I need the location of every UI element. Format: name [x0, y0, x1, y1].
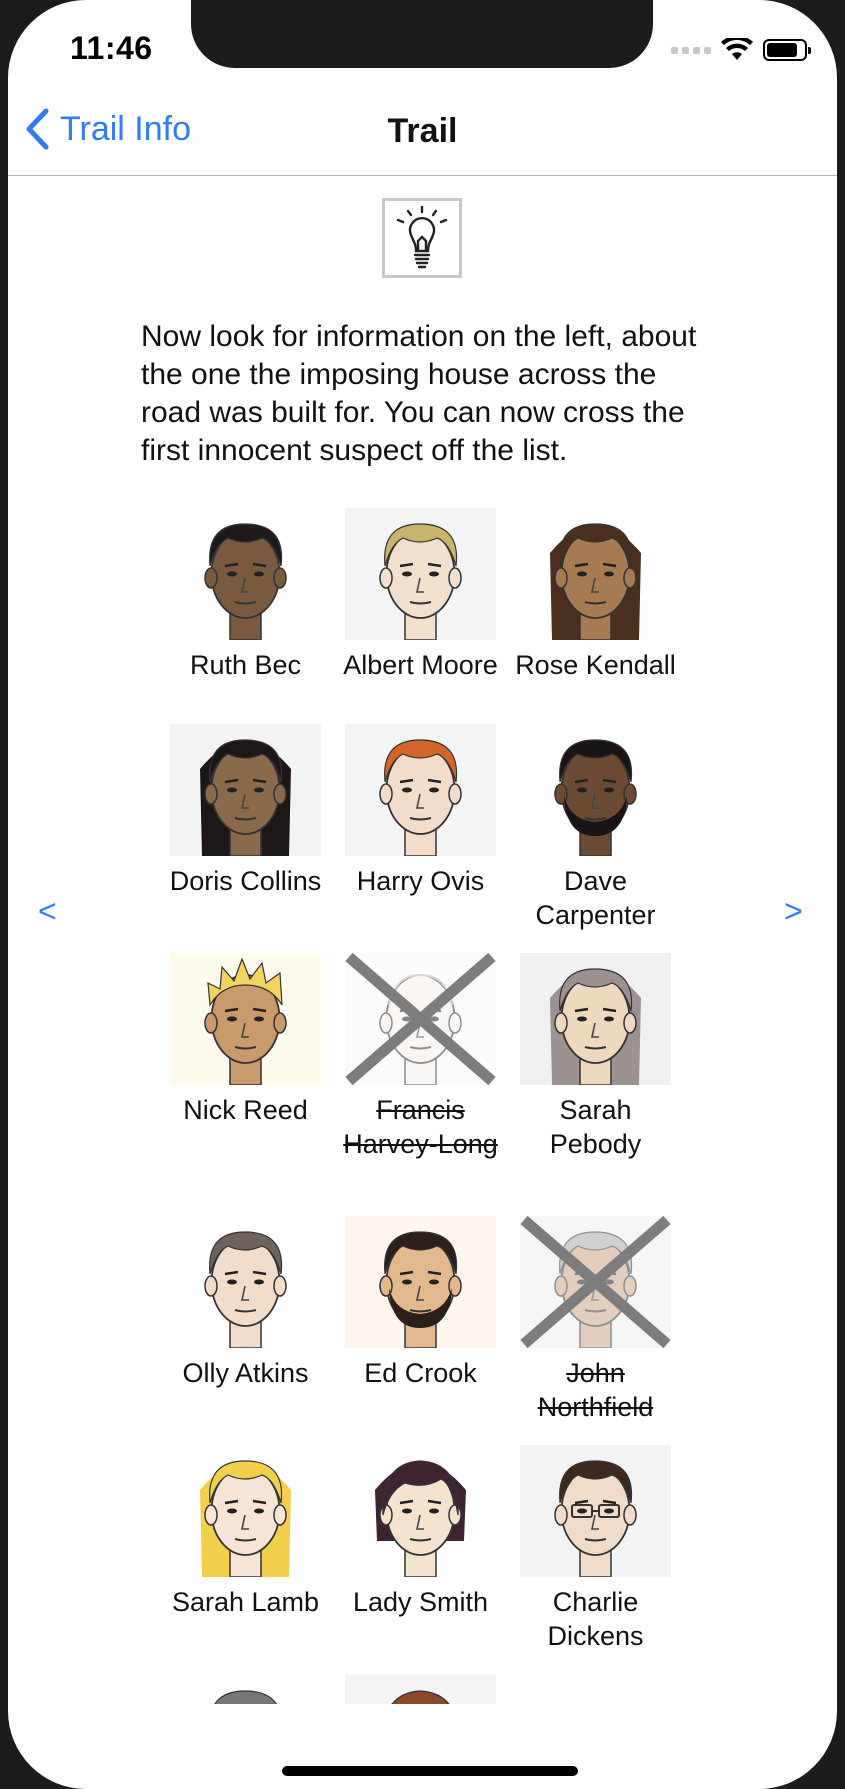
next-page-button[interactable]: > — [784, 893, 803, 930]
suspect-portrait — [520, 1445, 671, 1577]
suspect-card[interactable]: Sarah Pebody — [508, 953, 683, 1161]
suspect-portrait — [520, 508, 671, 640]
suspect-portrait — [520, 1216, 671, 1348]
previous-page-button[interactable]: < — [38, 893, 57, 930]
suspect-card[interactable]: Ed Crook — [333, 1216, 508, 1390]
suspect-name: Albert Moore — [343, 650, 498, 680]
suspect-portrait — [170, 1675, 321, 1704]
suspect-portrait — [170, 724, 321, 856]
suspect-portrait — [345, 1445, 496, 1577]
status-time: 11:46 — [70, 30, 153, 66]
suspect-portrait — [170, 953, 321, 1085]
suspect-portrait — [170, 508, 321, 640]
suspect-portrait — [170, 1445, 321, 1577]
phone-screen: 11:46 Trail Info Trail Now look for info… — [8, 0, 837, 1789]
suspect-card[interactable]: Nick Reed — [158, 953, 333, 1127]
suspect-portrait — [345, 724, 496, 856]
suspect-name: Dave Carpenter — [535, 866, 656, 930]
suspect-portrait — [520, 724, 671, 856]
suspect-name: Olly Atkins — [182, 1358, 309, 1388]
suspect-card[interactable]: Francis Harvey-Long — [333, 953, 508, 1161]
suspect-card[interactable]: Harry Ovis — [333, 724, 508, 898]
lightbulb-icon — [396, 205, 448, 269]
device-notch — [191, 0, 653, 68]
suspect-name: Ruth Bec — [189, 650, 302, 680]
suspect-card[interactable]: John Northfield — [508, 1216, 683, 1424]
suspect-portrait — [345, 1216, 496, 1348]
hint-button[interactable] — [382, 198, 462, 278]
page-title: Trail — [387, 112, 458, 150]
navigation-bar: Trail Info Trail — [8, 90, 837, 176]
home-indicator[interactable] — [282, 1766, 578, 1776]
cellular-signal-icon — [671, 46, 711, 54]
suspect-card[interactable]: Olly Atkins — [158, 1216, 333, 1390]
status-icons — [671, 38, 811, 62]
suspect-name: Nick Reed — [183, 1095, 308, 1125]
suspect-card[interactable]: Sarah Lamb — [158, 1445, 333, 1619]
suspect-name: Francis Harvey-Long — [343, 1095, 498, 1159]
suspect-card[interactable]: Albert Moore — [333, 508, 508, 682]
suspect-portrait — [520, 953, 671, 1085]
suspect-name: Lady Smith — [352, 1587, 489, 1617]
suspect-card[interactable]: Doris Collins — [158, 724, 333, 898]
suspect-name: Harry Ovis — [356, 866, 485, 896]
suspect-portrait — [345, 508, 496, 640]
suspect-name: John Northfield — [537, 1358, 654, 1422]
suspect-card[interactable]: Charlie Dickens — [508, 1445, 683, 1653]
suspect-name: Sarah Lamb — [171, 1587, 320, 1617]
suspect-card[interactable]: Ruth Bec — [158, 508, 333, 682]
suspect-name: Doris Collins — [169, 866, 322, 896]
suspect-name: Charlie Dickens — [547, 1587, 644, 1651]
suspect-card[interactable]: Lady Smith — [333, 1445, 508, 1619]
instruction-text: Now look for information on the left, ab… — [141, 320, 697, 467]
suspect-name: Sarah Pebody — [549, 1095, 642, 1159]
suspect-card[interactable] — [333, 1675, 508, 1704]
suspect-portrait — [345, 1675, 496, 1704]
battery-icon — [763, 39, 811, 61]
suspect-card[interactable] — [158, 1675, 333, 1704]
suspect-card[interactable]: Dave Carpenter — [508, 724, 683, 932]
suspect-portrait — [170, 1216, 321, 1348]
wifi-icon — [721, 38, 753, 60]
suspect-portrait — [345, 953, 496, 1085]
suspect-card[interactable]: Rose Kendall — [508, 508, 683, 682]
suspect-name: Rose Kendall — [515, 650, 676, 680]
suspect-grid: Ruth Bec Albert Moore Rose Kendall Doris Co… — [158, 508, 718, 1704]
suspect-name: Ed Crook — [364, 1358, 477, 1388]
